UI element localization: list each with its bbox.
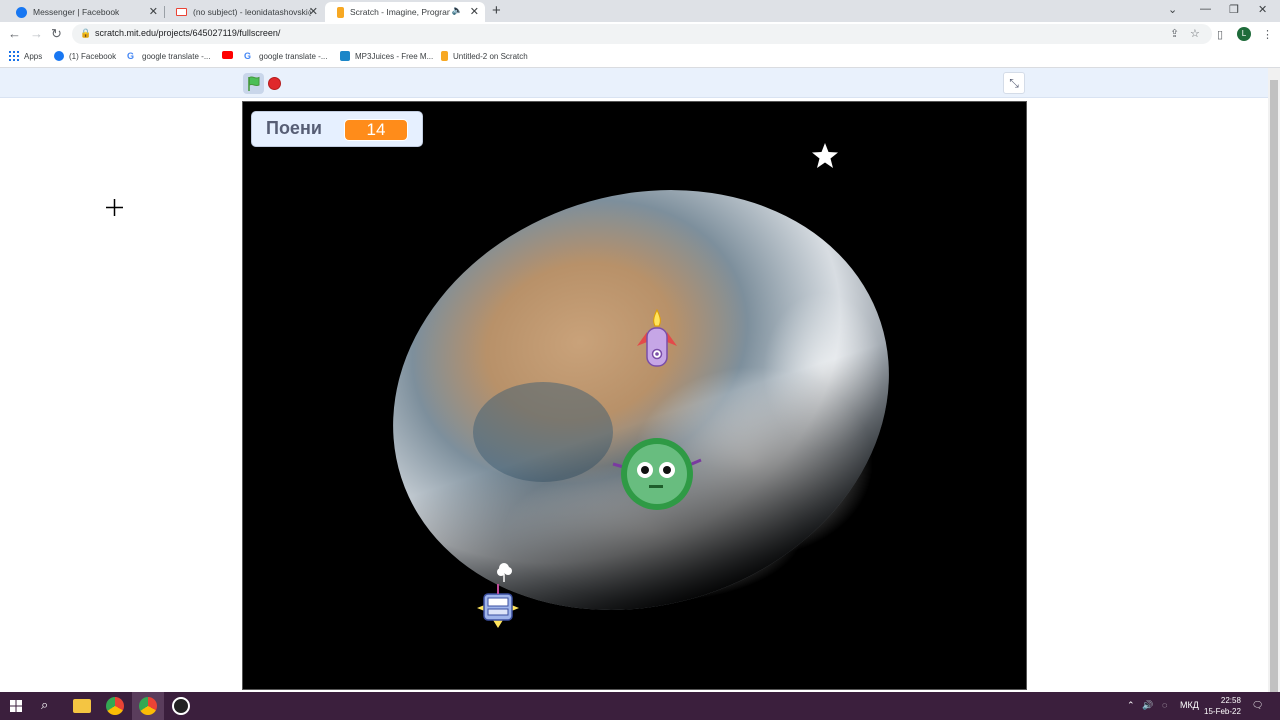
network-icon[interactable]: ◌ — [1162, 700, 1167, 710]
chrome-icon[interactable] — [106, 697, 124, 715]
bookmark-google-translate-2[interactable]: G google translate -... — [244, 51, 327, 61]
file-explorer-icon[interactable] — [73, 699, 91, 713]
google-icon: G — [244, 51, 252, 61]
google-icon: G — [127, 51, 135, 61]
green-flag-button[interactable] — [243, 73, 264, 94]
volume-icon[interactable]: 🔊 — [1142, 700, 1153, 711]
bookmark-star-icon[interactable]: ☆ — [1190, 27, 1200, 40]
lock-icon[interactable]: 🔒 — [80, 28, 91, 39]
close-window-button[interactable]: ✕ — [1258, 3, 1267, 16]
scrollbar-thumb[interactable] — [1270, 80, 1278, 692]
stop-button[interactable] — [268, 77, 281, 90]
clock-time: 22:58 — [1220, 696, 1241, 705]
audio-playing-icon[interactable]: 🔈 — [452, 5, 463, 16]
mp3juices-icon — [340, 51, 350, 61]
bookmark-apps[interactable]: Apps — [9, 51, 42, 61]
notifications-icon[interactable]: 🗨 — [1252, 700, 1263, 711]
back-button[interactable]: ← — [8, 26, 21, 41]
share-icon[interactable]: ⇪ — [1170, 27, 1179, 40]
variable-label: Поени — [266, 118, 322, 138]
bookmark-label: google translate -... — [259, 51, 328, 61]
search-icon[interactable]: ⌕ — [41, 697, 48, 713]
minimize-button[interactable]: — — [1200, 3, 1211, 15]
chrome-profile-icon[interactable] — [139, 697, 157, 715]
tab-messenger[interactable]: Messenger | Facebook ✕ — [4, 2, 164, 22]
variable-monitor[interactable]: Поени 14 — [251, 111, 423, 147]
rocket-sprite[interactable] — [635, 308, 679, 374]
earth-backdrop — [393, 190, 889, 610]
close-tab-icon[interactable]: ✕ — [309, 5, 318, 18]
menu-icon[interactable]: ⋮ — [1262, 28, 1273, 41]
tab-strip: Messenger | Facebook ✕ (no subject) - le… — [0, 0, 1280, 22]
stage-controls: ⤡ — [0, 68, 1268, 98]
profile-avatar[interactable]: L — [1237, 27, 1251, 41]
bookmark-label: Untitled-2 on Scratch — [453, 51, 528, 61]
scratch-stage[interactable]: Поени 14 — [242, 101, 1027, 690]
obs-icon[interactable] — [172, 697, 190, 715]
bookmarks-bar: Apps (1) Facebook G google translate -..… — [0, 46, 1280, 68]
close-tab-icon[interactable]: ✕ — [470, 5, 479, 18]
scratch-icon — [337, 6, 344, 18]
bookmark-label: (1) Facebook — [69, 51, 117, 61]
robot-sprite[interactable] — [473, 560, 523, 638]
star-sprite[interactable] — [811, 142, 839, 170]
bookmark-label: google translate -... — [142, 51, 211, 61]
bookmark-mp3juices[interactable]: MP3Juices - Free M... — [340, 51, 433, 61]
bookmark-label: Apps — [24, 51, 43, 61]
tab-title: Messenger | Facebook — [33, 7, 120, 17]
bookmark-label: MP3Juices - Free M... — [355, 51, 434, 61]
browser-toolbar: ← → ↻ 🔒 scratch.mit.edu/projects/6450271… — [0, 22, 1280, 46]
windows-taskbar: ⌕ ⌃ 🔊 ◌ МКД 22:58 15-Feb-22 🗨 — [0, 692, 1280, 720]
page-scrollbar[interactable] — [1268, 68, 1280, 692]
side-panel-icon[interactable]: ▯ — [1217, 28, 1223, 41]
clock-date: 15-Feb-22 — [1204, 707, 1241, 716]
close-tab-icon[interactable]: ✕ — [149, 5, 158, 18]
green-flag-icon — [248, 76, 260, 91]
url-text[interactable]: scratch.mit.edu/projects/645027119/fulls… — [95, 28, 280, 38]
tab-scratch[interactable]: Scratch - Imagine, Program, 🔈 ✕ — [325, 2, 485, 22]
language-indicator[interactable]: МКД — [1180, 700, 1199, 710]
bookmark-scratch[interactable]: Untitled-2 on Scratch — [441, 51, 528, 61]
restore-button[interactable]: ❐ — [1229, 3, 1239, 16]
unfullscreen-icon: ⤡ — [1009, 76, 1019, 90]
tray-chevron-icon[interactable]: ⌃ — [1127, 700, 1135, 711]
exit-fullscreen-button[interactable]: ⤡ — [1003, 72, 1025, 94]
reload-button[interactable]: ↻ — [51, 26, 62, 42]
gmail-icon — [176, 8, 187, 16]
tab-title: (no subject) - leonidatashovski@ — [193, 7, 311, 17]
crosshair-cursor-icon — [106, 199, 123, 216]
address-bar[interactable]: 🔒 scratch.mit.edu/projects/645027119/ful… — [72, 24, 1212, 44]
clock[interactable]: 22:58 15-Feb-22 — [1204, 695, 1241, 717]
facebook-icon — [54, 51, 64, 61]
scratch-fullscreen-page: ⤡ Поени 14 — [0, 68, 1280, 692]
windows-start-icon[interactable] — [10, 700, 22, 712]
bookmark-youtube[interactable] — [222, 51, 238, 59]
variable-value: 14 — [344, 119, 408, 141]
facebook-icon — [16, 6, 27, 18]
apps-grid-icon — [9, 51, 19, 61]
bookmark-google-translate-1[interactable]: G google translate -... — [127, 51, 210, 61]
forward-button[interactable]: → — [30, 26, 43, 41]
tab-search-icon[interactable]: ⌄ — [1168, 3, 1177, 16]
tab-gmail[interactable]: (no subject) - leonidatashovski@ ✕ — [164, 2, 324, 22]
new-tab-button[interactable]: + — [492, 2, 501, 19]
tab-title: Scratch - Imagine, Program, — [350, 7, 450, 17]
bookmark-facebook[interactable]: (1) Facebook — [54, 51, 116, 61]
youtube-icon — [222, 51, 233, 59]
green-monster-sprite[interactable] — [605, 430, 709, 514]
scratch-icon — [441, 51, 448, 61]
